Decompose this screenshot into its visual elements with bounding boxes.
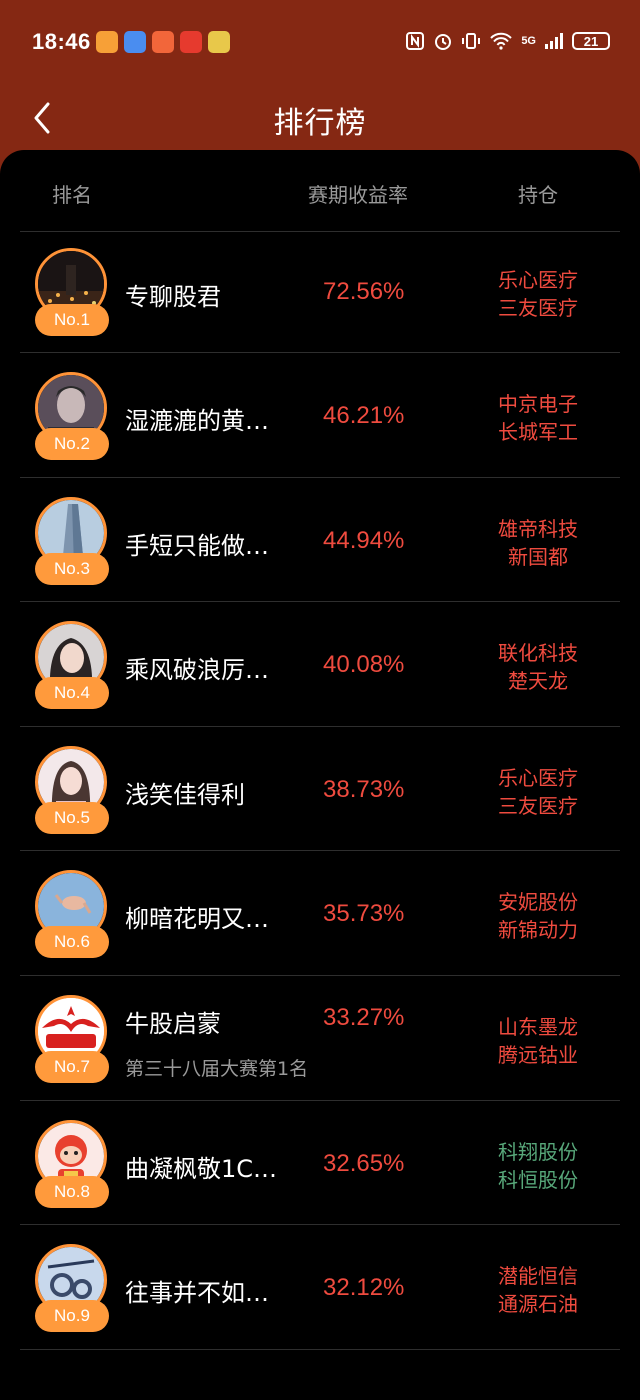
column-header-rank: 排名 xyxy=(52,183,92,207)
app-notification-icon xyxy=(152,31,174,53)
column-header-holdings: 持仓 xyxy=(518,183,558,207)
divider xyxy=(20,726,620,727)
table-row[interactable]: No.2 湿漉漉的黄… 46.21% 中京电子 长城军工 xyxy=(0,356,640,480)
user-name: 乘风破浪厉… xyxy=(125,656,269,684)
holding-stock[interactable]: 乐心医疗 xyxy=(478,764,598,792)
holding-stock[interactable]: 腾远钴业 xyxy=(478,1041,598,1069)
network-type: 5G xyxy=(521,35,536,47)
signal-icon xyxy=(545,33,563,49)
vibrate-icon xyxy=(462,33,481,49)
table-row[interactable]: No.1 专聊股君 72.56% 乐心医疗 三友医疗 xyxy=(0,232,640,356)
rank-badge: No.8 xyxy=(35,1176,109,1208)
rank-badge: No.6 xyxy=(35,926,109,958)
table-row[interactable]: No.3 手短只能做… 44.94% 雄帝科技 新国都 xyxy=(0,481,640,605)
holding-stock[interactable]: 科恒股份 xyxy=(478,1166,598,1194)
table-header: 排名 赛期收益率 持仓 xyxy=(0,150,640,232)
return-rate: 72.56% xyxy=(323,278,405,305)
holdings[interactable]: 潜能恒信 通源石油 xyxy=(478,1262,598,1318)
table-row[interactable]: No.7 牛股启蒙 第三十八届大赛第1名 33.27% 山东墨龙 腾远钴业 xyxy=(0,979,640,1103)
rank-badge: No.4 xyxy=(35,677,109,709)
page-title: 排行榜 xyxy=(273,106,367,141)
holdings[interactable]: 雄帝科技 新国都 xyxy=(478,515,598,571)
system-icons: 5G 21 xyxy=(405,31,610,51)
divider xyxy=(20,975,620,976)
app-notification-icon xyxy=(124,31,146,53)
user-title: 第三十八届大赛第1名 xyxy=(125,1058,309,1080)
return-rate: 40.08% xyxy=(323,651,405,678)
holding-stock[interactable]: 新国都 xyxy=(478,543,598,571)
status-bar: 18:46 5G 21 xyxy=(0,0,640,86)
column-header-return: 赛期收益率 xyxy=(308,183,408,207)
holding-stock[interactable]: 中京电子 xyxy=(478,390,598,418)
rank-badge: No.5 xyxy=(35,802,109,834)
user-name: 往事并不如… xyxy=(125,1279,269,1307)
rank-badge: No.9 xyxy=(35,1300,109,1332)
app-notification-icon xyxy=(208,31,230,53)
divider xyxy=(20,601,620,602)
holding-stock[interactable]: 楚天龙 xyxy=(478,667,598,695)
nav-bar: 排行榜 xyxy=(0,86,640,148)
holding-stock[interactable]: 乐心医疗 xyxy=(478,266,598,294)
rank-badge: No.3 xyxy=(35,553,109,585)
holdings[interactable]: 联化科技 楚天龙 xyxy=(478,639,598,695)
holdings[interactable]: 科翔股份 科恒股份 xyxy=(478,1138,598,1194)
holding-stock[interactable]: 三友医疗 xyxy=(478,792,598,820)
holding-stock[interactable]: 联化科技 xyxy=(478,639,598,667)
holding-stock[interactable]: 科翔股份 xyxy=(478,1138,598,1166)
holding-stock[interactable]: 长城军工 xyxy=(478,418,598,446)
user-name: 手短只能做… xyxy=(125,532,269,560)
holdings[interactable]: 山东墨龙 腾远钴业 xyxy=(478,1013,598,1069)
holding-stock[interactable]: 安妮股份 xyxy=(478,888,598,916)
alarm-icon xyxy=(435,34,452,50)
holding-stock[interactable]: 潜能恒信 xyxy=(478,1262,598,1290)
return-rate: 44.94% xyxy=(323,527,405,554)
holding-stock[interactable]: 三友医疗 xyxy=(478,294,598,322)
table-row[interactable]: No.8 曲凝枫敬1C… 32.65% 科翔股份 科恒股份 xyxy=(0,1104,640,1228)
table-row[interactable]: No.4 乘风破浪厉… 40.08% 联化科技 楚天龙 xyxy=(0,605,640,729)
divider xyxy=(20,477,620,478)
user-name: 专聊股君 xyxy=(125,283,221,311)
return-rate: 32.12% xyxy=(323,1274,405,1301)
divider xyxy=(20,1100,620,1101)
return-rate: 35.73% xyxy=(323,900,405,927)
return-rate: 33.27% xyxy=(323,1004,405,1031)
nfc-icon xyxy=(406,32,425,50)
rank-badge: No.2 xyxy=(35,428,109,460)
user-name: 湿漉漉的黄… xyxy=(125,407,269,435)
divider xyxy=(20,1349,620,1350)
app-notification-icon xyxy=(180,31,202,53)
holdings[interactable]: 乐心医疗 三友医疗 xyxy=(478,266,598,322)
user-name: 曲凝枫敬1C… xyxy=(125,1155,278,1183)
holdings[interactable]: 乐心医疗 三友医疗 xyxy=(478,764,598,820)
return-rate: 38.73% xyxy=(323,776,405,803)
table-row[interactable]: No.6 柳暗花明又… 35.73% 安妮股份 新锦动力 xyxy=(0,854,640,978)
divider xyxy=(20,850,620,851)
battery-level: 21 xyxy=(583,33,599,49)
user-name: 牛股启蒙 xyxy=(125,1010,221,1038)
rank-badge: No.1 xyxy=(35,304,109,336)
table-row[interactable]: No.5 浅笑佳得利 38.73% 乐心医疗 三友医疗 xyxy=(0,730,640,854)
holding-stock[interactable]: 雄帝科技 xyxy=(478,515,598,543)
table-row[interactable]: No.9 往事并不如… 32.12% 潜能恒信 通源石油 xyxy=(0,1228,640,1352)
app-notification-icon xyxy=(96,31,118,53)
status-time: 18:46 xyxy=(32,29,91,54)
wifi-icon xyxy=(490,32,513,50)
ranking-panel: 排名 赛期收益率 持仓 No.1 专聊股君 72.56% 乐心医疗 三友医疗 N… xyxy=(0,150,640,1400)
return-rate: 32.65% xyxy=(323,1150,405,1177)
holdings[interactable]: 中京电子 长城军工 xyxy=(478,390,598,446)
rank-badge: No.7 xyxy=(35,1051,109,1083)
user-name: 柳暗花明又… xyxy=(125,905,269,933)
holding-stock[interactable]: 新锦动力 xyxy=(478,916,598,944)
battery-icon: 21 xyxy=(572,32,610,50)
holding-stock[interactable]: 通源石油 xyxy=(478,1290,598,1318)
holding-stock[interactable]: 山东墨龙 xyxy=(478,1013,598,1041)
divider xyxy=(20,1224,620,1225)
return-rate: 46.21% xyxy=(323,402,405,429)
notification-icons xyxy=(96,31,230,53)
user-name: 浅笑佳得利 xyxy=(125,781,245,809)
holdings[interactable]: 安妮股份 新锦动力 xyxy=(478,888,598,944)
divider xyxy=(20,352,620,353)
